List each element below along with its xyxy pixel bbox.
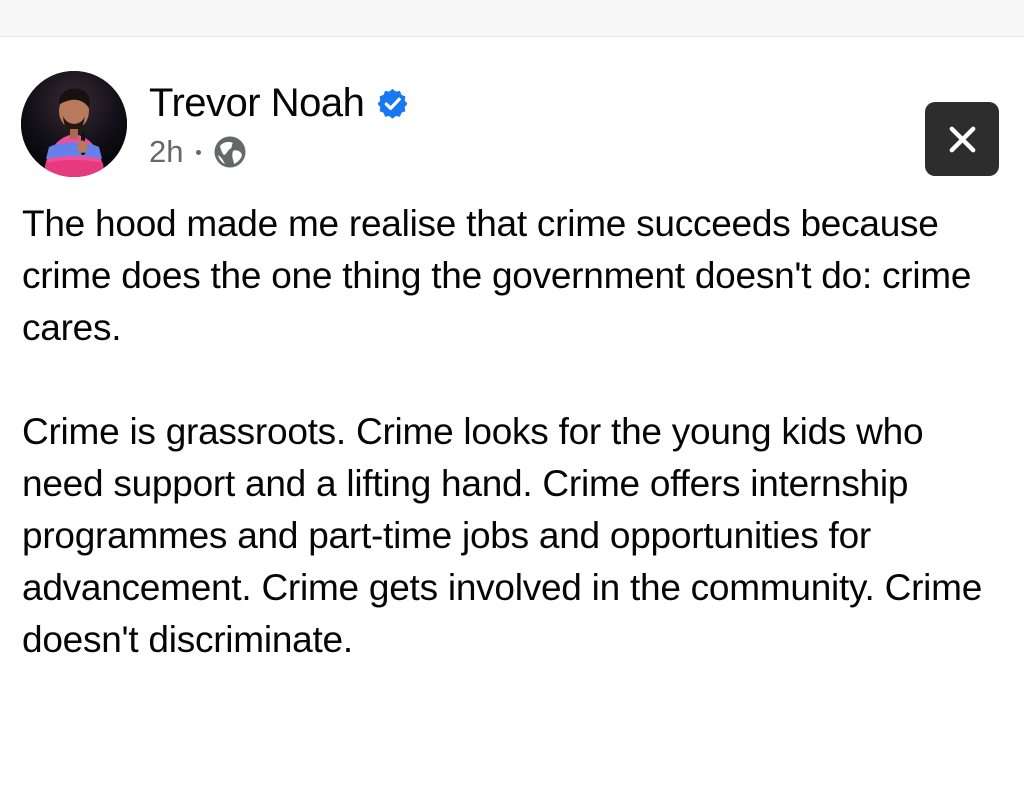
- verified-badge-icon: [376, 87, 409, 120]
- profile-avatar[interactable]: [21, 71, 127, 177]
- social-post-card: Trevor Noah 2h The hood made me realise …: [0, 37, 1024, 801]
- post-timestamp[interactable]: 2h: [149, 132, 183, 172]
- author-name-link[interactable]: Trevor Noah: [149, 79, 365, 127]
- post-author-line: Trevor Noah: [149, 79, 409, 127]
- post-paragraph: The hood made me realise that crime succ…: [22, 203, 972, 348]
- post-paragraph: Crime is grassroots. Crime looks for the…: [22, 411, 983, 660]
- middle-dot-icon: [196, 149, 202, 155]
- close-button[interactable]: [925, 102, 999, 176]
- avatar-image: [21, 71, 127, 177]
- post-body: The hood made me realise that crime succ…: [22, 198, 1007, 666]
- close-icon: [949, 126, 975, 152]
- globe-icon[interactable]: [213, 135, 247, 169]
- top-status-area: [0, 0, 1024, 37]
- post-meta-line: 2h: [149, 132, 247, 172]
